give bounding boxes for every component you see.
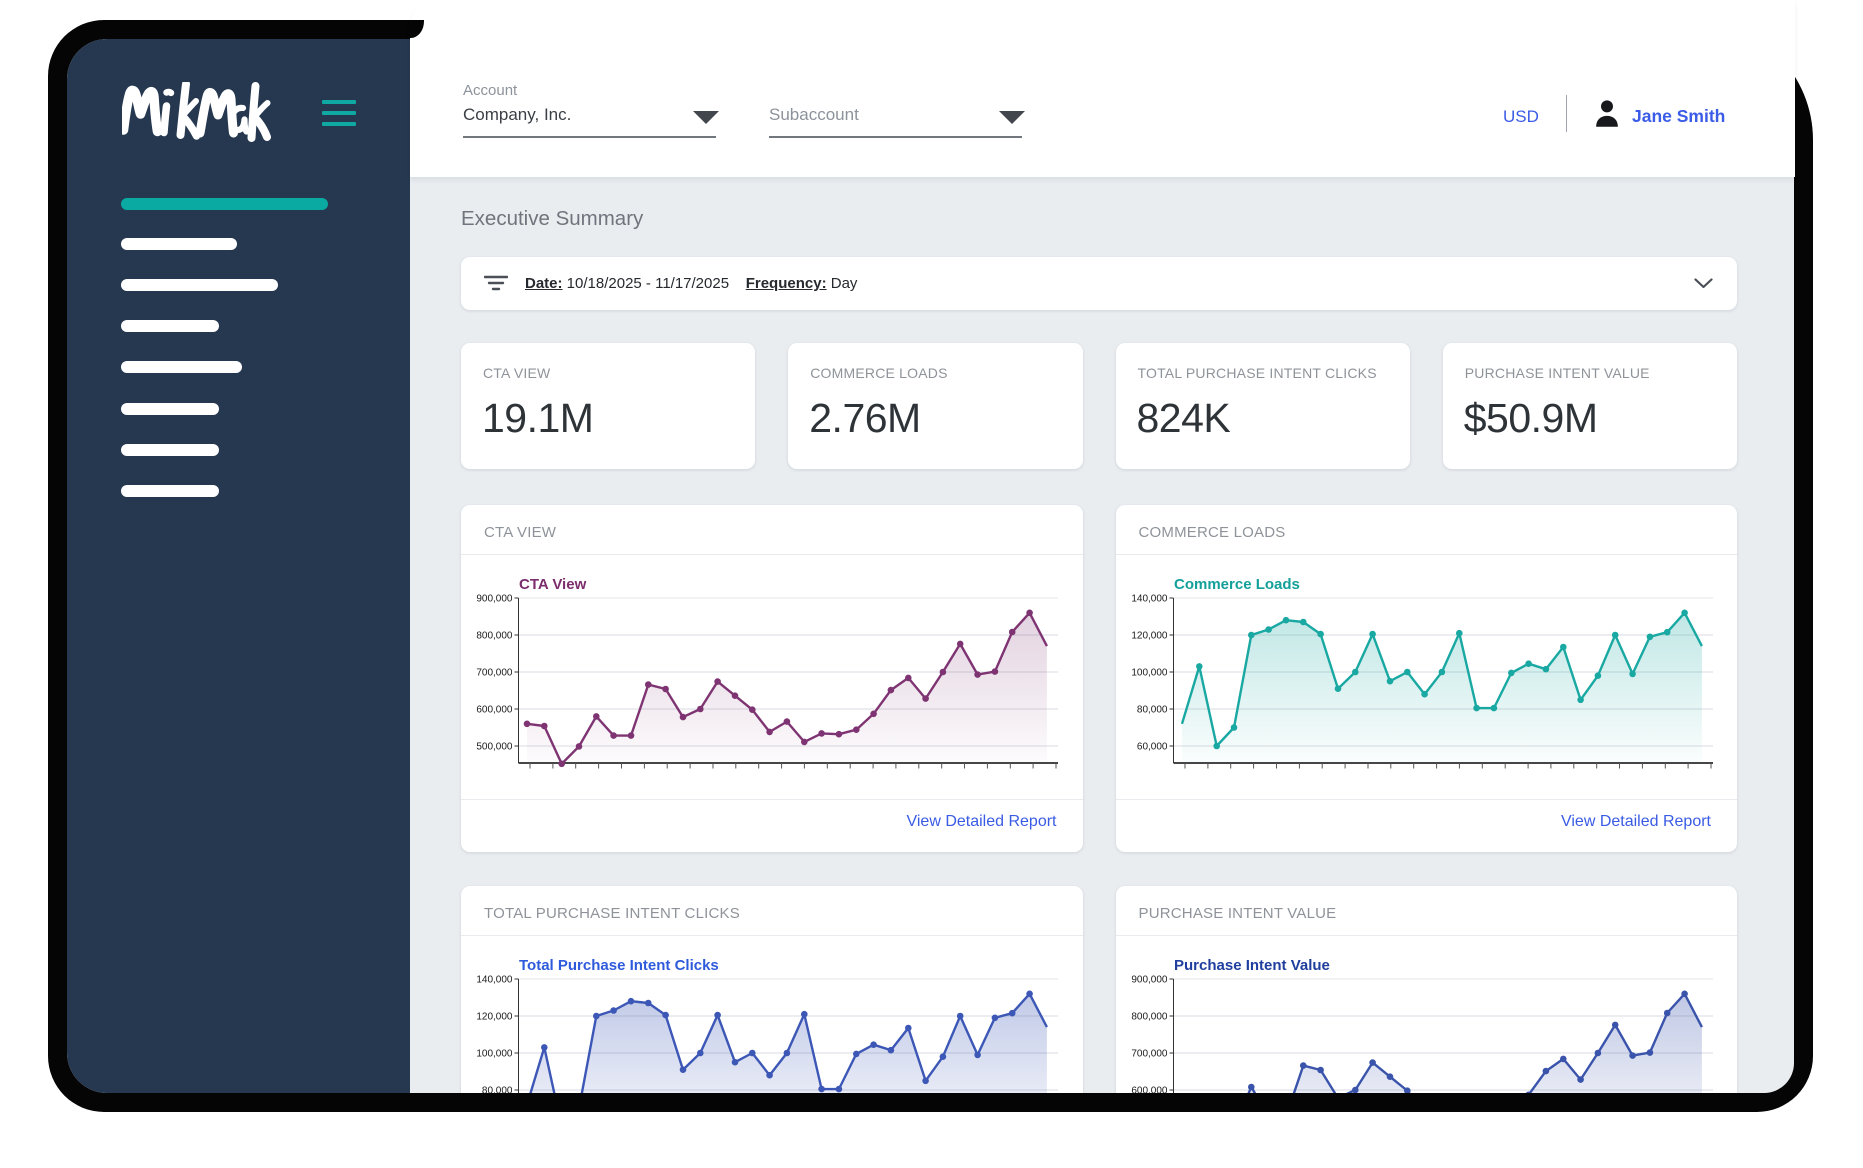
svg-text:800,000: 800,000 [476, 631, 513, 642]
svg-text:500,000: 500,000 [476, 742, 513, 753]
svg-text:120,000: 120,000 [476, 1012, 513, 1023]
svg-text:140,000: 140,000 [476, 975, 513, 986]
svg-text:800,000: 800,000 [1131, 1012, 1168, 1023]
svg-text:100,000: 100,000 [1131, 668, 1168, 679]
svg-text:Purchase Intent Value: Purchase Intent Value [1174, 957, 1330, 974]
svg-text:Total Purchase Intent Clicks: Total Purchase Intent Clicks [519, 957, 719, 974]
svg-text:700,000: 700,000 [476, 668, 513, 679]
svg-text:100,000: 100,000 [476, 1049, 513, 1060]
svg-text:140,000: 140,000 [1131, 594, 1168, 605]
svg-text:700,000: 700,000 [1131, 1049, 1168, 1060]
svg-text:80,000: 80,000 [1136, 705, 1167, 716]
svg-text:900,000: 900,000 [1131, 975, 1168, 986]
svg-text:600,000: 600,000 [1131, 1086, 1168, 1094]
svg-text:120,000: 120,000 [1131, 631, 1168, 642]
svg-text:900,000: 900,000 [476, 594, 513, 605]
svg-text:Commerce Loads: Commerce Loads [1174, 576, 1300, 593]
svg-text:60,000: 60,000 [1136, 742, 1167, 753]
svg-text:80,000: 80,000 [482, 1086, 513, 1094]
svg-text:CTA View: CTA View [519, 576, 587, 593]
svg-text:600,000: 600,000 [476, 705, 513, 716]
